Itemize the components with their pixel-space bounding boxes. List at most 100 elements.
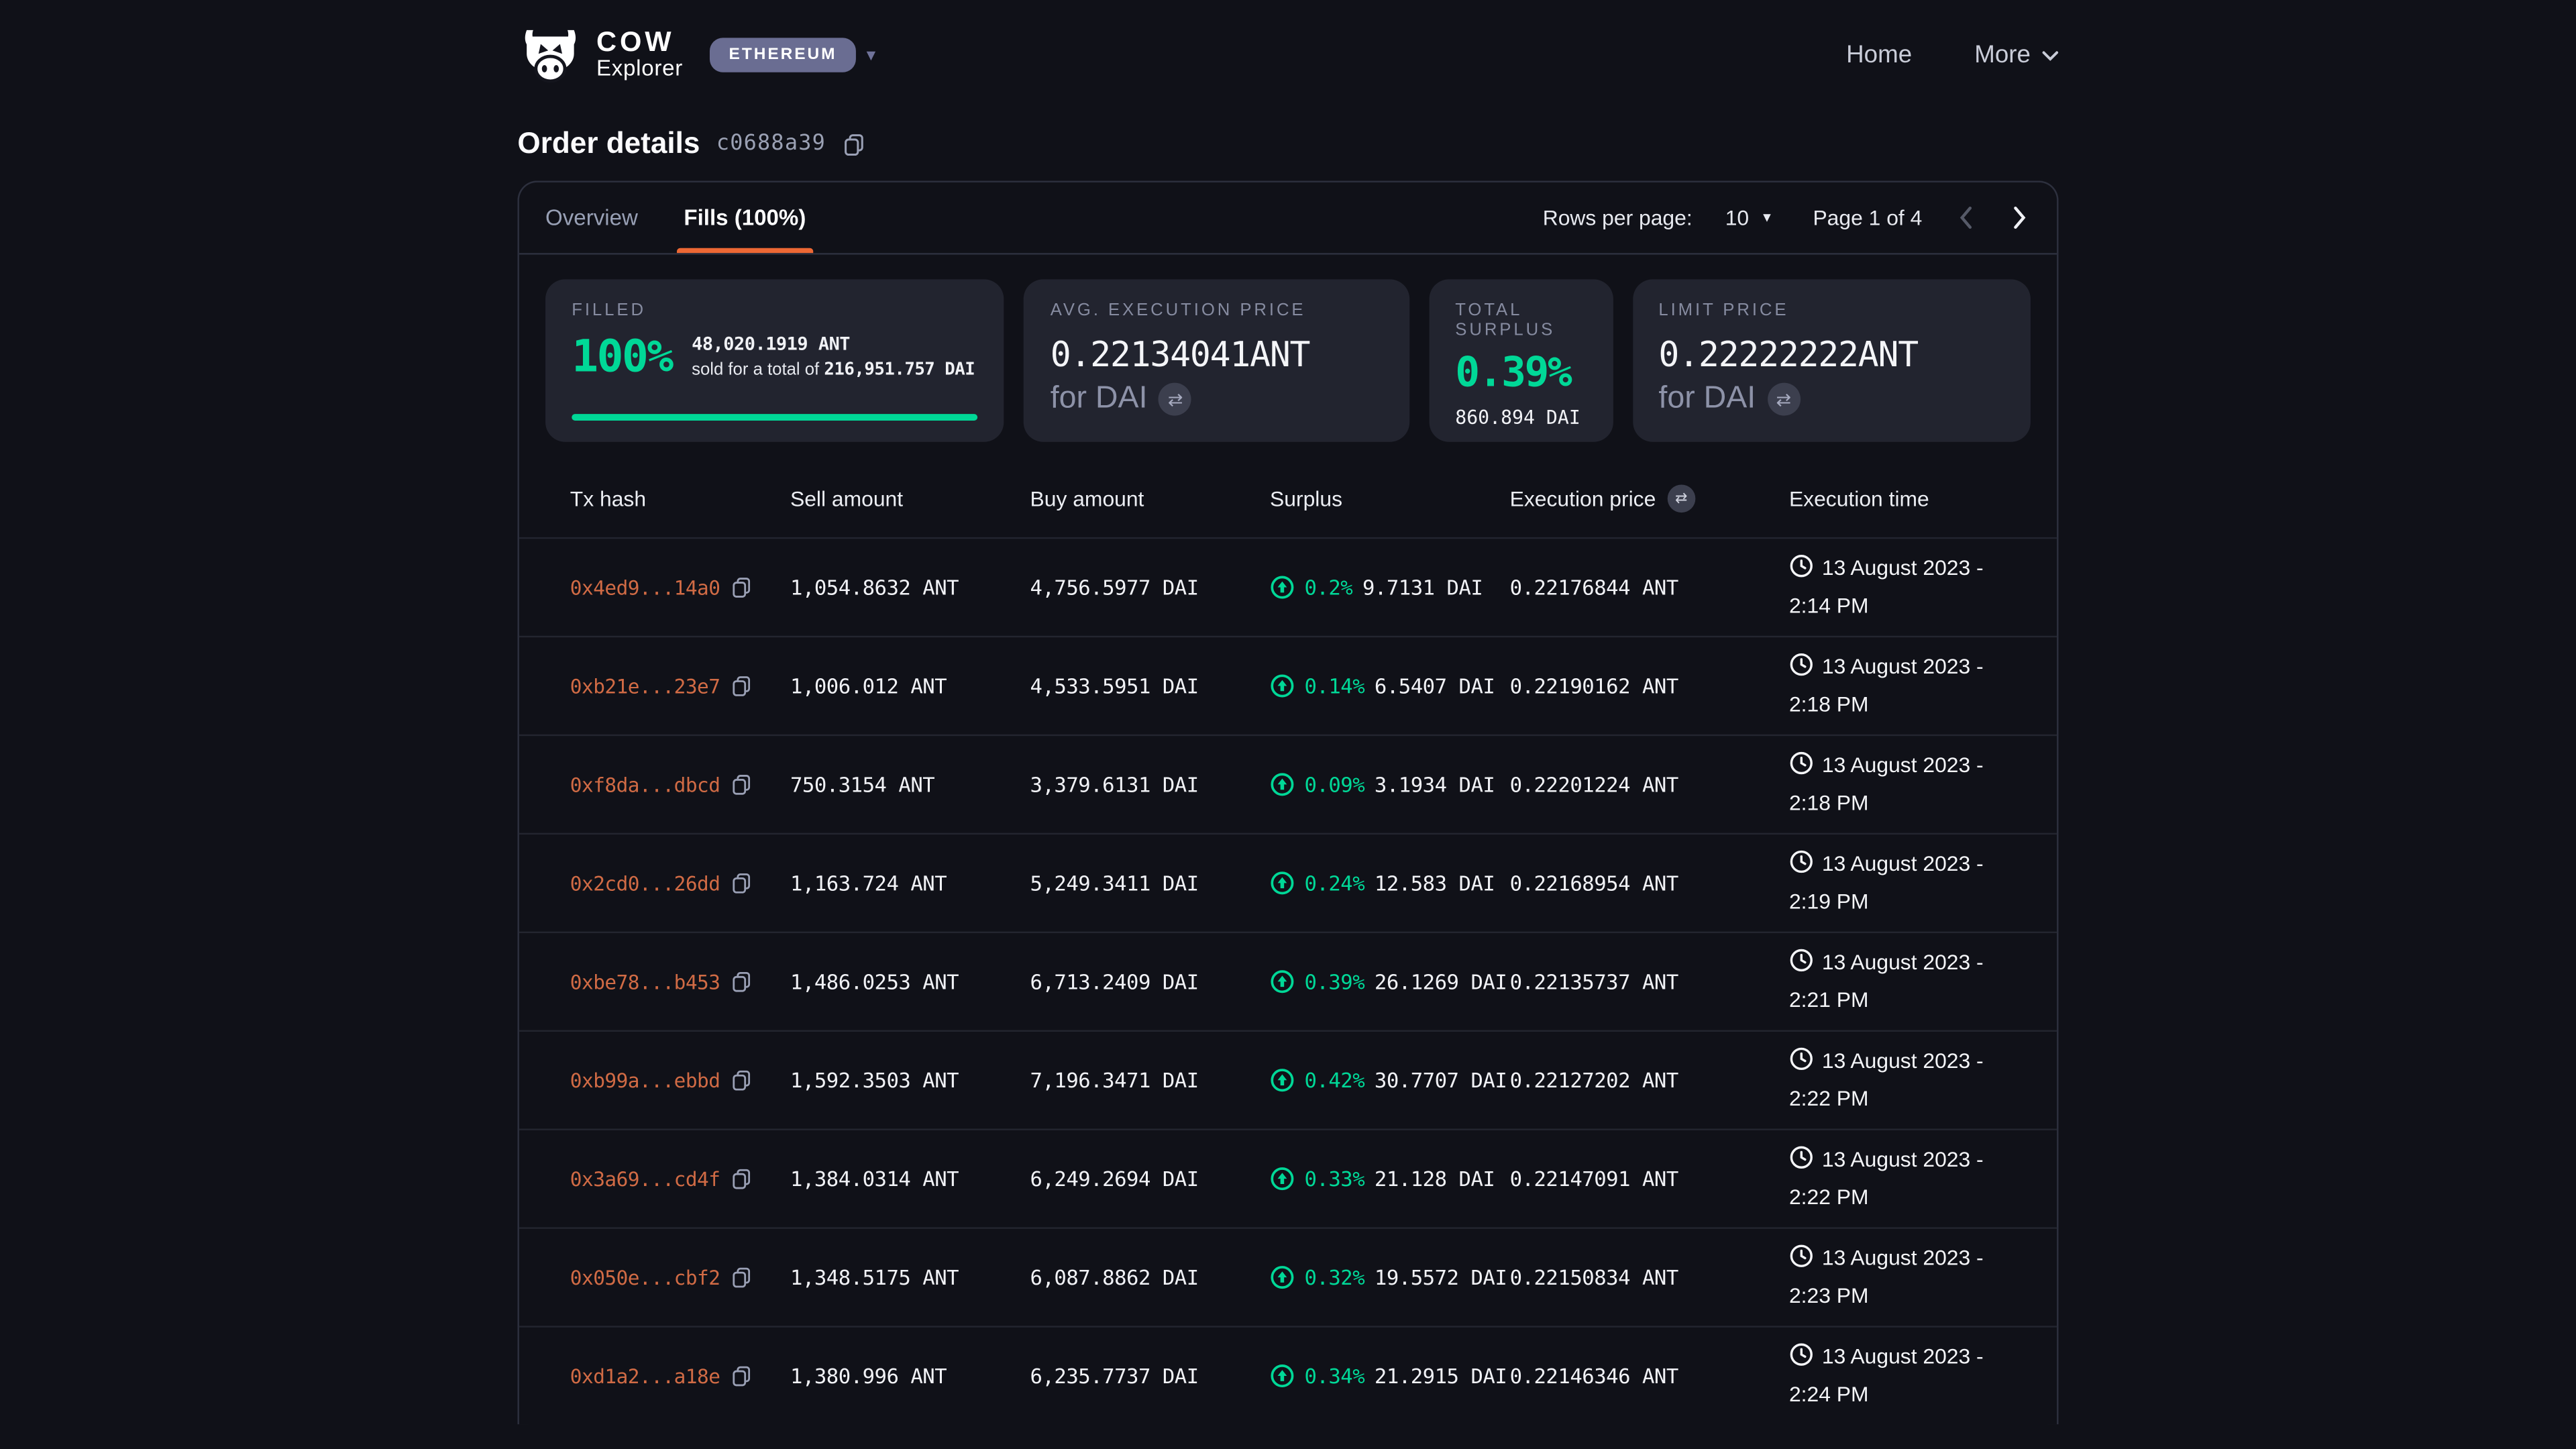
arrow-up-circle-icon: [1270, 871, 1295, 896]
rows-per-page-label: Rows per page:: [1543, 205, 1693, 230]
surplus-amount: 19.5572 DAI: [1375, 1265, 1507, 1290]
nav-more-link[interactable]: More: [1974, 41, 2058, 69]
buy-amount-cell: 4,756.5977 DAI: [1030, 575, 1271, 600]
network-selector-button[interactable]: ETHEREUM: [709, 38, 857, 72]
arrow-up-circle-icon: [1270, 969, 1295, 994]
sold-total: 216,951.757 DAI: [824, 360, 975, 380]
surplus-percent: 0.39%: [1304, 969, 1364, 994]
tab-overview[interactable]: Overview: [545, 182, 638, 253]
copy-tx-hash-button[interactable]: [732, 773, 753, 795]
buy-amount-cell: 5,249.3411 DAI: [1030, 871, 1271, 896]
clock-icon: [1789, 652, 1814, 688]
execution-time-cell: 13 August 2023 - 2:23 PM: [1789, 1242, 2031, 1313]
clock-icon: [1789, 1243, 1814, 1279]
fills-table-body: 0x4ed9...14a0 1,054.8632 ANT 4,756.5977 …: [519, 537, 2057, 1424]
surplus-amount: 3.1934 DAI: [1375, 772, 1495, 797]
execution-time-cell: 13 August 2023 - 2:24 PM: [1789, 1340, 2031, 1412]
nav-home-link[interactable]: Home: [1846, 41, 1912, 69]
surplus-percent: 0.34%: [1304, 1364, 1364, 1389]
avg-price-unit: for DAI: [1051, 381, 1148, 417]
swap-icon[interactable]: ⇄: [1159, 383, 1192, 416]
copy-tx-hash-button[interactable]: [732, 577, 753, 598]
execution-time-text: 13 August 2023 - 2:22 PM: [1789, 1146, 1984, 1209]
execution-time-text: 13 August 2023 - 2:21 PM: [1789, 949, 1984, 1012]
arrow-up-circle-icon: [1270, 1167, 1295, 1191]
copy-tx-hash-button[interactable]: [732, 1168, 753, 1189]
sell-amount-cell: 1,348.5175 ANT: [790, 1265, 1030, 1290]
table-header-row: Tx hash Sell amount Buy amount Surplus E…: [519, 458, 2057, 537]
col-execution-price: Execution price ⇄: [1510, 484, 1789, 512]
clock-icon: [1789, 849, 1814, 884]
order-id: c0688a39: [716, 131, 826, 156]
tx-hash-link[interactable]: 0xb99a...ebbd: [570, 1069, 720, 1091]
total-surplus-percent: 0.39%: [1455, 348, 1586, 396]
sell-amount-cell: 1,384.0314 ANT: [790, 1167, 1030, 1191]
execution-time-cell: 13 August 2023 - 2:18 PM: [1789, 749, 2031, 820]
table-row: 0x3a69...cd4f 1,384.0314 ANT 6,249.2694 …: [519, 1128, 2057, 1227]
copy-tx-hash-button[interactable]: [732, 1267, 753, 1288]
execution-time-cell: 13 August 2023 - 2:22 PM: [1789, 1044, 2031, 1116]
buy-amount-cell: 4,533.5951 DAI: [1030, 674, 1271, 698]
tx-hash-link[interactable]: 0xbe78...b453: [570, 970, 720, 993]
tx-hash-link[interactable]: 0x050e...cbf2: [570, 1266, 720, 1289]
table-row: 0xbe78...b453 1,486.0253 ANT 6,713.2409 …: [519, 932, 2057, 1030]
prev-page-button[interactable]: [1955, 202, 1976, 233]
table-row: 0xb21e...23e7 1,006.012 ANT 4,533.5951 D…: [519, 636, 2057, 735]
tx-hash-link[interactable]: 0x2cd0...26dd: [570, 871, 720, 894]
tx-hash-link[interactable]: 0xd1a2...a18e: [570, 1364, 720, 1387]
swap-icon[interactable]: ⇄: [1767, 383, 1800, 416]
tab-fills[interactable]: Fills (100%): [684, 182, 806, 253]
brand-subtitle: Explorer: [596, 58, 683, 82]
copy-tx-hash-button[interactable]: [732, 1069, 753, 1091]
invert-price-icon[interactable]: ⇄: [1667, 484, 1695, 512]
table-row: 0x2cd0...26dd 1,163.724 ANT 5,249.3411 D…: [519, 833, 2057, 932]
execution-time-text: 13 August 2023 - 2:23 PM: [1789, 1245, 1984, 1307]
copy-tx-hash-button[interactable]: [732, 872, 753, 894]
col-surplus: Surplus: [1270, 486, 1510, 511]
buy-amount-cell: 3,379.6131 DAI: [1030, 772, 1271, 797]
page-title: Order details: [517, 127, 700, 161]
surplus-amount: 9.7131 DAI: [1362, 575, 1483, 600]
surplus-cell: 0.14% 6.5407 DAI: [1270, 674, 1510, 698]
filled-percent: 100%: [572, 332, 672, 383]
col-buy-amount: Buy amount: [1030, 486, 1271, 511]
buy-amount-cell: 6,087.8862 DAI: [1030, 1265, 1271, 1290]
surplus-cell: 0.34% 21.2915 DAI: [1270, 1364, 1510, 1389]
rows-per-page-value: 10: [1725, 205, 1749, 230]
copy-tx-hash-button[interactable]: [732, 676, 753, 697]
arrow-up-circle-icon: [1270, 1364, 1295, 1389]
tx-hash-link[interactable]: 0xf8da...dbcd: [570, 773, 720, 796]
copy-tx-hash-button[interactable]: [732, 971, 753, 992]
table-row: 0xb99a...ebbd 1,592.3503 ANT 7,196.3471 …: [519, 1030, 2057, 1129]
execution-time-text: 13 August 2023 - 2:19 PM: [1789, 851, 1984, 913]
clock-icon: [1789, 1342, 1814, 1377]
surplus-amount: 26.1269 DAI: [1375, 969, 1507, 994]
clock-icon: [1789, 947, 1814, 983]
limit-price-label: LIMIT PRICE: [1658, 301, 2004, 320]
execution-price-cell: 0.22146346 ANT: [1510, 1364, 1789, 1389]
tx-hash-link[interactable]: 0x3a69...cd4f: [570, 1167, 720, 1190]
tx-hash-link[interactable]: 0x4ed9...14a0: [570, 576, 720, 598]
execution-price-cell: 0.22176844 ANT: [1510, 575, 1789, 600]
execution-price-cell: 0.22135737 ANT: [1510, 969, 1789, 994]
main-nav: Home More: [1846, 41, 2058, 69]
col-tx-hash: Tx hash: [570, 486, 790, 511]
select-arrow-icon: ▼: [1760, 210, 1773, 225]
clock-icon: [1789, 553, 1814, 589]
chevron-right-icon: [2012, 205, 2027, 230]
total-surplus-card: TOTAL SURPLUS 0.39% 860.894 DAI: [1429, 279, 1613, 441]
surplus-percent: 0.2%: [1304, 575, 1352, 600]
brand-logo[interactable]: COW Explorer: [517, 27, 683, 83]
avg-price-label: AVG. EXECUTION PRICE: [1051, 301, 1383, 320]
copy-order-id-button[interactable]: [843, 132, 865, 155]
avg-price-value: 0.22134041ANT: [1051, 335, 1383, 375]
next-page-button[interactable]: [2009, 202, 2031, 233]
rows-per-page-select[interactable]: 10 ▼: [1725, 205, 1774, 230]
execution-time-cell: 13 August 2023 - 2:18 PM: [1789, 650, 2031, 722]
table-row: 0xd1a2...a18e 1,380.996 ANT 6,235.7737 D…: [519, 1326, 2057, 1424]
arrow-up-circle-icon: [1270, 1068, 1295, 1093]
tx-hash-link[interactable]: 0xb21e...23e7: [570, 674, 720, 697]
copy-tx-hash-button[interactable]: [732, 1365, 753, 1387]
limit-price-unit: for DAI: [1658, 381, 1756, 417]
network-caret-icon[interactable]: ▾: [867, 44, 876, 66]
